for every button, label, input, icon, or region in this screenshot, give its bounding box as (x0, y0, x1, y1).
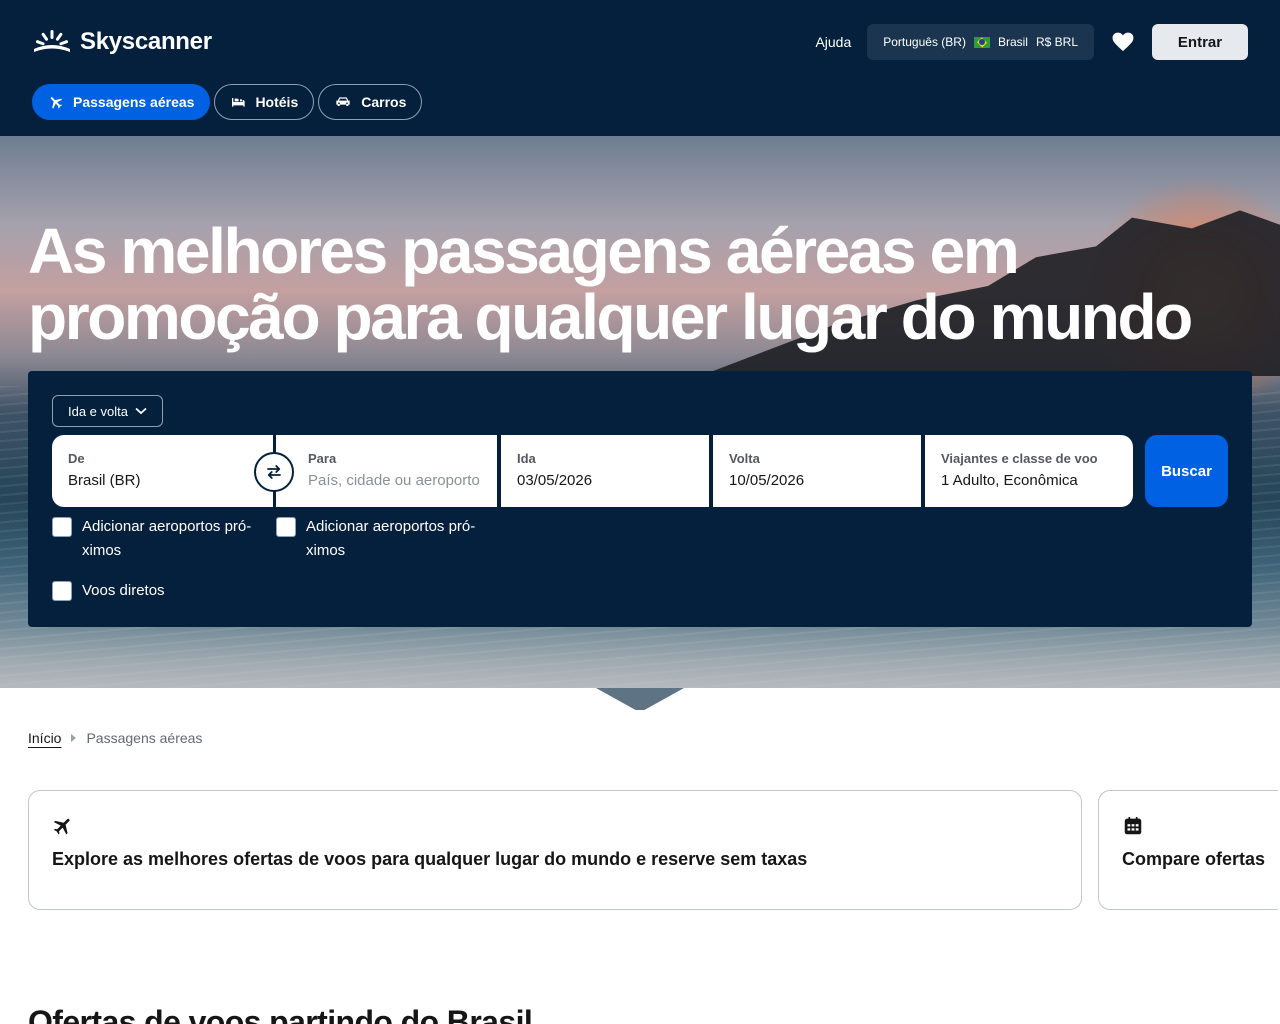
breadcrumb-current: Passagens aéreas (86, 730, 203, 746)
product-tabs: Passagens aéreas Hotéis Carros (32, 84, 423, 120)
tab-cars[interactable]: Carros (318, 84, 423, 120)
calendar-icon (1124, 816, 1142, 835)
saved-heart-icon[interactable] (1112, 32, 1134, 52)
nearby-from-checkbox[interactable] (52, 517, 72, 537)
nearby-airports-to-option[interactable]: Adicionar aeroportos pró-ximos (276, 515, 496, 563)
nearby-airports-from-option[interactable]: Adicionar aeroportos pró-ximos (52, 515, 272, 563)
feature-card-explore-text: Explore as melhores ofertas de voos para… (52, 849, 808, 869)
bed-icon (232, 98, 246, 107)
from-value: Brasil (BR) (68, 472, 141, 489)
feature-card-compare-text: Compare ofertas (1122, 849, 1266, 869)
swap-origin-destination-button[interactable] (254, 452, 294, 492)
to-label: Para (308, 451, 337, 466)
direct-flights-label: Voos diretos (82, 582, 165, 599)
from-label: De (68, 451, 85, 466)
site-header: Skyscanner Ajuda Português (BR) Brasil R… (0, 0, 1280, 136)
header-actions: Ajuda Português (BR) Brasil R$ BRL Entra… (815, 24, 1248, 60)
login-button[interactable]: Entrar (1152, 24, 1248, 60)
from-field[interactable]: De Brasil (BR) (52, 435, 273, 507)
sunburst-logo-icon (34, 30, 70, 52)
tab-flights-label: Passagens aéreas (73, 94, 195, 110)
plane-icon (53, 818, 70, 835)
hero-pointer-notch (596, 688, 684, 710)
breadcrumb-home-link[interactable]: Início (28, 730, 61, 746)
nearby-from-label: Adicionar aeroportos pró-ximos (82, 518, 252, 559)
currency-label: R$ BRL (1035, 35, 1078, 49)
return-label: Volta (729, 451, 760, 466)
to-field[interactable]: Para País, cidade ou aeroporto (276, 435, 497, 507)
flight-search-panel: Ida e volta De Brasil (BR) Para País, ci… (28, 371, 1252, 627)
feature-card-explore[interactable]: Explore as melhores ofertas de voos para… (28, 790, 1082, 910)
tab-cars-label: Carros (361, 94, 407, 110)
plane-icon (50, 97, 63, 109)
travellers-class-field[interactable]: Viajantes e classe de voo 1 Adulto, Econ… (925, 435, 1133, 507)
car-icon (336, 97, 350, 106)
nearby-to-checkbox[interactable] (276, 517, 296, 537)
tab-hotels[interactable]: Hotéis (214, 84, 315, 120)
depart-date-field[interactable]: Ida 03/05/2026 (501, 435, 709, 507)
to-placeholder: País, cidade ou aeroporto (308, 472, 480, 489)
breadcrumb-separator-icon (71, 734, 77, 742)
direct-flights-checkbox[interactable] (52, 581, 72, 601)
tab-flights[interactable]: Passagens aéreas (32, 84, 211, 120)
depart-value: 03/05/2026 (517, 472, 593, 489)
country-label: Brasil (997, 35, 1028, 49)
search-button[interactable]: Buscar (1145, 435, 1228, 507)
trip-type-select[interactable]: Ida e volta (52, 395, 163, 427)
feature-card-compare[interactable]: Compare ofertas (1098, 790, 1278, 910)
brazil-flag-icon (973, 36, 990, 48)
section-title-deals: Ofertas de voos partindo do Brasil (28, 1004, 533, 1024)
skyscanner-logo[interactable]: Skyscanner (32, 28, 212, 56)
hero-sea-foam (0, 626, 1280, 688)
nearby-to-label: Adicionar aeroportos pró-ximos (306, 518, 476, 559)
chevron-down-icon (135, 407, 147, 415)
trip-type-value: Ida e volta (68, 403, 128, 419)
direct-flights-option[interactable]: Voos diretos (52, 579, 272, 603)
depart-label: Ida (517, 451, 536, 466)
breadcrumb: Início Passagens aéreas (28, 730, 202, 746)
swap-arrows-icon (267, 465, 281, 479)
travellers-label: Viajantes e classe de voo (941, 451, 1098, 466)
help-link[interactable]: Ajuda (815, 34, 851, 50)
language-label: Português (BR) (883, 35, 966, 49)
locale-button[interactable]: Português (BR) Brasil R$ BRL (867, 24, 1094, 60)
hero-title: As melhores passagens aéreas em promoção… (28, 215, 1193, 353)
tab-hotels-label: Hotéis (255, 94, 299, 110)
brand-name: Skyscanner (80, 28, 212, 55)
return-date-field[interactable]: Volta 10/05/2026 (713, 435, 921, 507)
return-value: 10/05/2026 (729, 472, 805, 489)
travellers-value: 1 Adulto, Econômica (941, 472, 1078, 489)
